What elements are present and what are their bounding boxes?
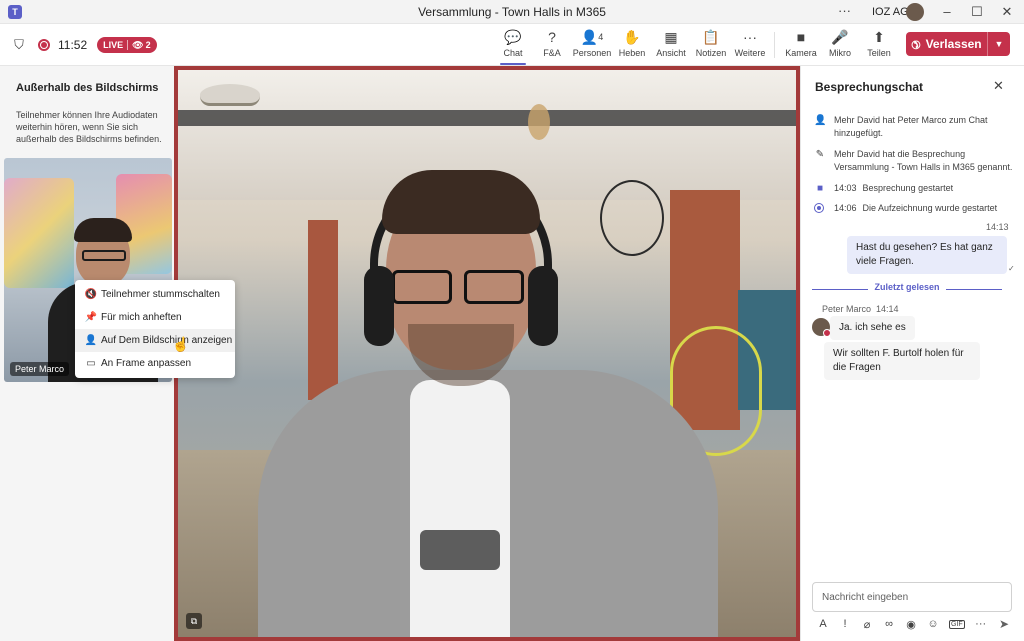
notes-button[interactable]: 📋 Notizen xyxy=(690,28,732,64)
avatar[interactable] xyxy=(812,318,831,337)
more-button[interactable]: ··· Weitere xyxy=(729,28,771,64)
important-icon[interactable]: ! xyxy=(834,618,856,630)
attach-icon[interactable]: ⌀ xyxy=(856,618,878,631)
raise-hand-icon: ✋ xyxy=(623,29,641,45)
show-on-screen-item[interactable]: 👤 Auf Dem Bildschirm anzeigen xyxy=(75,329,235,352)
window-title: Versammlung - Town Halls in M365 xyxy=(418,5,606,19)
mute-participant-item[interactable]: 🔇 Teilnehmer stummschalten xyxy=(75,283,235,306)
main-video[interactable]: ⧉ xyxy=(178,70,796,637)
last-read-marker: Zuletzt gelesen xyxy=(812,282,1002,296)
my-message-bubble[interactable]: Hast du gesehen? Es hat ganz viele Frage… xyxy=(847,236,1007,274)
more-icon[interactable]: ··· xyxy=(838,3,851,18)
title-bar: T Versammlung - Town Halls in M365 ··· I… xyxy=(0,0,1024,24)
tool-label: Personen xyxy=(572,48,612,58)
compose-toolbar: A ! ⌀ ∞ ◉ ☺ GIF ··· ➤ xyxy=(812,616,1012,632)
mic-off-icon: 🔇 xyxy=(84,289,98,300)
participant-context-menu: 🔇 Teilnehmer stummschalten 📌 Für mich an… xyxy=(75,280,235,378)
meeting-timer: 11:52 xyxy=(58,38,88,52)
pin-for-me-item[interactable]: 📌 Für mich anheften xyxy=(75,306,235,329)
system-message: 👤 Mehr David hat Peter Marco zum Chat hi… xyxy=(814,115,988,138)
org-name: IOZ AG xyxy=(872,6,909,18)
pencil-icon: ✎ xyxy=(815,149,825,160)
minimize-button[interactable]: – xyxy=(932,2,962,22)
message-sender: Peter Marco 14:14 xyxy=(822,304,899,314)
person-screen-icon: 👤 xyxy=(84,335,98,346)
tool-label: Weitere xyxy=(734,48,766,58)
message-input[interactable] xyxy=(813,583,1011,611)
main-video-frame: ⧉ xyxy=(174,66,800,641)
hand-cursor-icon: ☝ xyxy=(172,336,190,352)
live-label: LIVE xyxy=(103,40,124,50)
participant-name: Peter Marco xyxy=(10,362,70,376)
tool-label: Teilen xyxy=(867,48,891,58)
leave-label: Verlassen xyxy=(925,37,982,51)
system-message: ✎ Mehr David hat die Besprechung Versamm… xyxy=(815,149,1013,172)
emoji-icon[interactable]: ☺ xyxy=(922,618,944,630)
their-message-bubble[interactable]: Wir sollten F. Burtolf holen für die Fra… xyxy=(824,342,980,380)
view-icon: ▦ xyxy=(664,29,678,45)
people-count: 4 xyxy=(598,32,604,42)
view-button[interactable]: ▦ Ansicht xyxy=(650,28,692,64)
more-options-icon[interactable]: ··· xyxy=(970,618,992,630)
tool-label: Chat xyxy=(503,48,523,58)
system-message: 14:06 Die Aufzeichnung wurde gestartet xyxy=(814,202,1014,215)
maximize-button[interactable]: ☐ xyxy=(962,2,992,22)
fit-to-frame-item[interactable]: ▭ An Frame anpassen xyxy=(75,352,235,375)
their-message-bubble[interactable]: Ja. ich sehe es xyxy=(830,316,915,340)
camera-button[interactable]: ■ Kamera xyxy=(780,28,822,64)
message-compose-box[interactable] xyxy=(812,582,1012,612)
tool-label: Ansicht xyxy=(656,48,686,58)
notes-icon: 📋 xyxy=(702,29,720,45)
mic-icon: 🎤 xyxy=(831,29,849,45)
share-icon: ⬆ xyxy=(873,29,885,45)
tool-label: F&A xyxy=(543,48,561,58)
tool-label: Heben xyxy=(618,48,646,58)
more-icon: ··· xyxy=(743,29,757,45)
gif-icon[interactable]: GIF xyxy=(949,619,965,629)
leave-button[interactable]: ✆ Verlassen ▼ xyxy=(906,32,1010,56)
phone-icon: ✆ xyxy=(908,36,924,52)
pin-icon: 📌 xyxy=(84,312,98,323)
video-camera-icon: ■ xyxy=(816,183,824,194)
off-screen-title: Außerhalb des Bildschirms xyxy=(16,82,159,94)
fit-frame-icon: ▭ xyxy=(86,358,96,369)
video-effects-icon[interactable]: ⧉ xyxy=(186,613,202,629)
raise-hand-button[interactable]: ✋ Heben xyxy=(611,28,653,64)
off-screen-description: Teilnehmer können Ihre Audiodaten weiter… xyxy=(16,110,162,144)
live-badge: LIVE 👁 2 xyxy=(97,37,157,53)
shield-icon[interactable]: ⛉ xyxy=(12,38,26,52)
person-add-icon: 👤 xyxy=(814,115,827,126)
people-button[interactable]: 👤4 Personen xyxy=(571,28,613,64)
tool-label: Mikro xyxy=(829,48,851,58)
user-avatar[interactable] xyxy=(906,3,924,21)
message-time: 14:13 xyxy=(986,222,1009,232)
eye-icon: 👁 xyxy=(132,39,144,50)
people-icon: 👤 xyxy=(580,29,599,45)
record-icon xyxy=(814,203,824,213)
close-icon[interactable]: ✕ xyxy=(993,78,1004,94)
recording-icon xyxy=(38,39,50,51)
tool-label: Kamera xyxy=(785,48,817,58)
chevron-down-icon[interactable]: ▼ xyxy=(988,39,1010,49)
seen-check-icon: ✓ xyxy=(1008,264,1015,273)
format-icon[interactable]: A xyxy=(812,618,834,630)
chat-button[interactable]: 💬 Chat xyxy=(492,28,534,65)
viewer-count: 2 xyxy=(145,40,151,50)
chat-icon: 💬 xyxy=(504,29,522,45)
mic-button[interactable]: 🎤 Mikro xyxy=(819,28,861,64)
qa-button[interactable]: ? F&A xyxy=(531,28,573,64)
loop-icon[interactable]: ∞ xyxy=(878,618,900,630)
tool-label: Notizen xyxy=(695,48,727,58)
send-icon[interactable]: ➤ xyxy=(996,617,1012,631)
chat-title: Besprechungschat xyxy=(815,80,924,94)
share-button[interactable]: ⬆ Teilen xyxy=(858,28,900,64)
qa-icon: ? xyxy=(548,29,556,45)
sticker-icon[interactable]: ◉ xyxy=(900,618,922,631)
system-message: ■ 14:03 Besprechung gestartet xyxy=(814,182,1014,195)
meeting-toolbar: ⛉ 11:52 LIVE 👁 2 💬 Chat ? F&A 👤4 Persone… xyxy=(0,24,1024,66)
camera-icon: ■ xyxy=(796,29,806,45)
close-window-button[interactable]: ✕ xyxy=(992,2,1022,22)
